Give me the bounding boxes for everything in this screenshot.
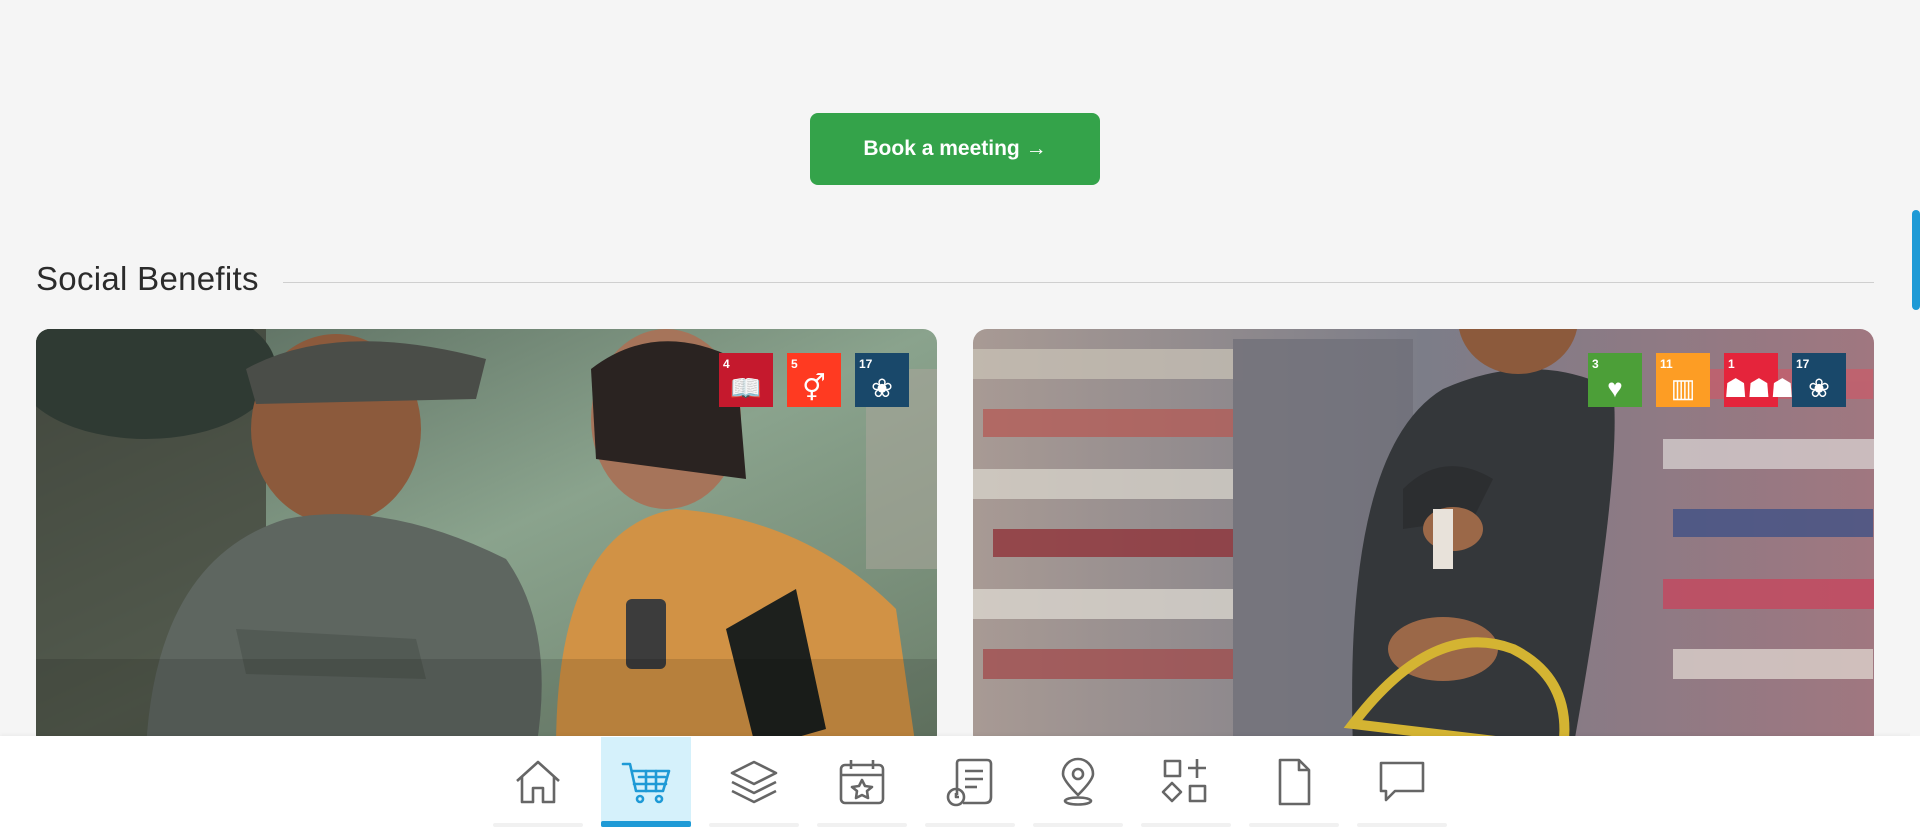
sdg-3-good-health-badge: 3 ♥: [1588, 353, 1642, 407]
sdg-1-no-poverty-badge: 1 ☗☗☗: [1724, 353, 1794, 407]
bottom-navigation: [0, 736, 1920, 827]
apps-add-icon: [1161, 759, 1207, 803]
partnership-icon: ❀: [1808, 373, 1830, 403]
sdg-17-partnerships-badge: 17 ❀: [855, 353, 909, 407]
sdg-4-quality-education-badge: 4 📖: [719, 353, 773, 407]
nav-documents[interactable]: [1249, 737, 1339, 827]
cta-container: Book a meeting →: [0, 113, 1910, 185]
sdg-17-partnerships-badge: 17 ❀: [1792, 353, 1846, 407]
heartbeat-icon: ♥: [1607, 373, 1623, 403]
location-pin-icon: [1061, 757, 1095, 806]
nav-history[interactable]: [925, 737, 1015, 827]
layers-icon: [730, 760, 778, 804]
nav-location[interactable]: [1033, 737, 1123, 827]
document-icon: [1278, 758, 1311, 806]
nav-cart[interactable]: [601, 737, 691, 827]
section-divider: [282, 281, 1874, 283]
cart-icon: [621, 762, 671, 804]
scrollbar[interactable]: [1910, 0, 1920, 736]
benefit-card-retail[interactable]: 3 ♥ 11 ▥ 1 ☗☗☗ 17 ❀: [973, 329, 1874, 749]
nav-layers[interactable]: [709, 737, 799, 827]
nav-apps[interactable]: [1141, 737, 1231, 827]
calendar-star-icon: [839, 760, 885, 805]
nav-chat[interactable]: [1357, 737, 1447, 827]
section-header: Social Benefits: [36, 254, 1874, 304]
section-title: Social Benefits: [36, 260, 259, 297]
family-icon: ☗☗☗: [1724, 373, 1794, 403]
city-icon: ▥: [1670, 373, 1696, 403]
partnership-icon: ❀: [871, 373, 893, 403]
receipt-clock-icon: [946, 758, 993, 807]
benefit-card-education[interactable]: 4 📖 5 ⚥ 17 ❀: [36, 329, 937, 749]
sdg-11-sustainable-cities-badge: 11 ▥: [1656, 353, 1710, 407]
scrollbar-thumb[interactable]: [1912, 210, 1920, 310]
sdg-5-gender-equality-badge: 5 ⚥: [787, 353, 841, 407]
book-icon: 📖: [729, 373, 763, 403]
gender-icon: ⚥: [802, 373, 826, 403]
book-meeting-button[interactable]: Book a meeting →: [810, 113, 1100, 185]
chat-icon: [1379, 761, 1425, 802]
sdg-badges: 4 📖 5 ⚥ 17 ❀: [719, 353, 909, 407]
sdg-badges: 3 ♥ 11 ▥ 1 ☗☗☗ 17 ❀: [1588, 353, 1846, 407]
nav-calendar[interactable]: [817, 737, 907, 827]
home-icon: [516, 760, 560, 804]
nav-home[interactable]: [493, 737, 583, 827]
